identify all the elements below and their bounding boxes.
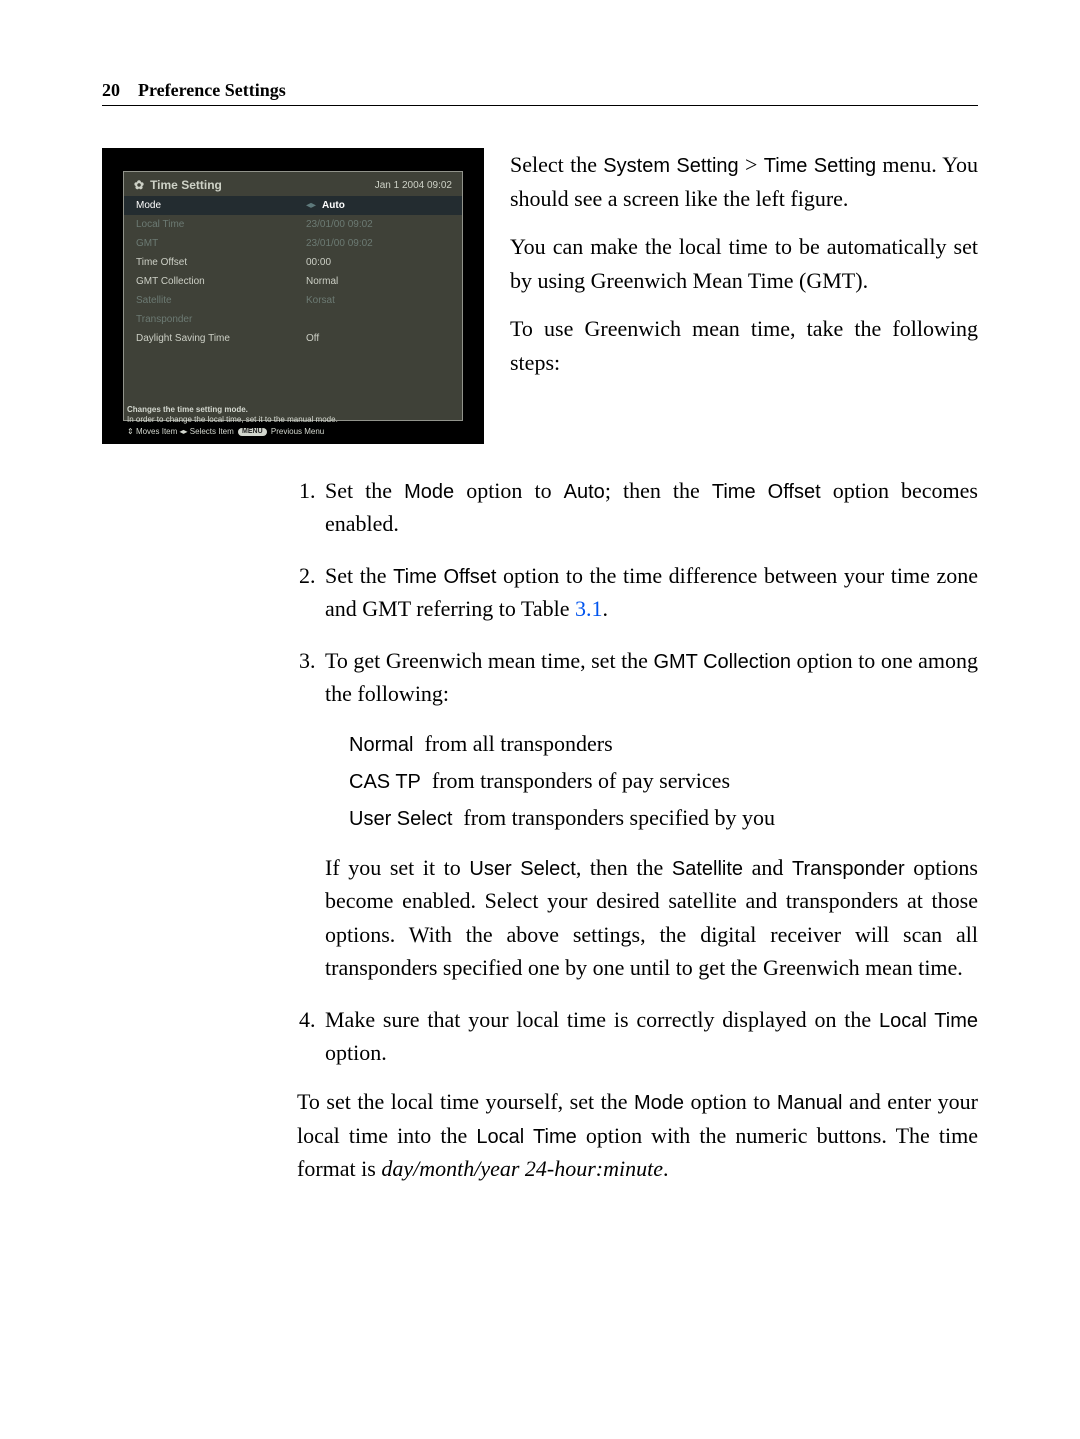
osd-titlebar: ✿ Time Setting Jan 1 2004 09:02 [124, 172, 462, 196]
updown-icon: ⇕ [127, 427, 134, 436]
osd-label: Local Time [136, 219, 306, 230]
osd-date: Jan 1 2004 09:02 [375, 180, 452, 191]
osd-value: Korsat [306, 295, 450, 306]
gear-icon: ✿ [134, 178, 144, 192]
page: 20 Preference Settings ✿ Time Setting Ja… [0, 0, 1080, 1282]
intro-para-3: To use Greenwich mean time, take the fol… [510, 312, 978, 380]
steps-list: Set the Mode option to Auto; then the Ti… [297, 474, 978, 1069]
page-header: 20 Preference Settings [102, 80, 978, 106]
osd-row-offset: Time Offset 00:00 [124, 253, 462, 272]
osd-label: Daylight Saving Time [136, 333, 306, 344]
def-castp: CAS TP from transponders of pay services [349, 762, 978, 799]
osd-row-satellite: Satellite Korsat [124, 291, 462, 310]
page-number: 20 [102, 80, 120, 101]
osd-row-gmt: GMT 23/01/00 09:02 [124, 234, 462, 253]
osd-screenshot: ✿ Time Setting Jan 1 2004 09:02 Mode ◂▸ … [102, 148, 484, 444]
osd-hint-prev: Previous Menu [271, 427, 324, 436]
page-title: Preference Settings [138, 80, 286, 101]
osd-hint-moves: Moves Item [136, 427, 177, 436]
osd-hint-selects: Selects Item [190, 427, 234, 436]
intro-para-1: Select the System Setting > Time Setting… [510, 148, 978, 216]
osd-value: Off [306, 333, 450, 344]
intro-text: Select the System Setting > Time Setting… [510, 148, 978, 444]
step-1: Set the Mode option to Auto; then the Ti… [321, 474, 978, 541]
step-2: Set the Time Offset option to the time d… [321, 559, 978, 626]
osd-row-mode: Mode ◂▸ Auto [124, 196, 462, 215]
osd-label: GMT Collection [136, 276, 306, 287]
osd-row-dst: Daylight Saving Time Off [124, 329, 462, 348]
leftright-icon: ◂▸ [180, 427, 188, 436]
menu-path-1: System Setting [603, 155, 738, 177]
main-content: Set the Mode option to Auto; then the Ti… [297, 474, 978, 1186]
osd-window: ✿ Time Setting Jan 1 2004 09:02 Mode ◂▸ … [123, 171, 463, 421]
def-userselect: User Select from transponders specified … [349, 799, 978, 836]
osd-label: Satellite [136, 295, 306, 306]
osd-row-transponder: Transponder [124, 310, 462, 329]
osd-title-left: ✿ Time Setting [134, 178, 222, 192]
osd-label: Time Offset [136, 257, 306, 268]
closing-para: To set the local time yourself, set the … [297, 1085, 978, 1185]
osd-label: Transponder [136, 314, 306, 325]
osd-label: GMT [136, 238, 306, 249]
def-normal: Normal from all transponders [349, 725, 978, 762]
figure-column: ✿ Time Setting Jan 1 2004 09:02 Mode ◂▸ … [102, 148, 482, 444]
osd-row-localtime: Local Time 23/01/00 09:02 [124, 215, 462, 234]
osd-hint-line3: ⇕ Moves Item ◂▸ Selects Item MENU Previo… [127, 427, 459, 437]
osd-title-text: Time Setting [150, 178, 222, 192]
osd-value: Auto [322, 200, 450, 211]
osd-value: Normal [306, 276, 450, 287]
osd-hints: Changes the time setting mode. In order … [127, 405, 459, 437]
menu-path-2: Time Setting [764, 155, 876, 177]
osd-value: 00:00 [306, 257, 450, 268]
osd-hint-line2: In order to change the local time, set i… [127, 415, 459, 425]
step-3: To get Greenwich mean time, set the GMT … [321, 644, 978, 985]
table-ref-link[interactable]: 3.1 [575, 596, 603, 621]
step-4: Make sure that your local time is correc… [321, 1003, 978, 1070]
figure-and-intro: ✿ Time Setting Jan 1 2004 09:02 Mode ◂▸ … [102, 148, 978, 444]
osd-label: Mode [136, 200, 306, 211]
intro-para-2: You can make the local time to be automa… [510, 230, 978, 298]
menu-pill-icon: MENU [238, 428, 267, 437]
osd-row-gmtcollection: GMT Collection Normal [124, 272, 462, 291]
osd-hint-line1: Changes the time setting mode. [127, 405, 459, 415]
osd-value: 23/01/00 09:02 [306, 219, 450, 230]
lr-arrow-icon: ◂▸ [306, 200, 316, 211]
osd-value: 23/01/00 09:02 [306, 238, 450, 249]
definition-list: Normal from all transponders CAS TP from… [349, 725, 978, 837]
